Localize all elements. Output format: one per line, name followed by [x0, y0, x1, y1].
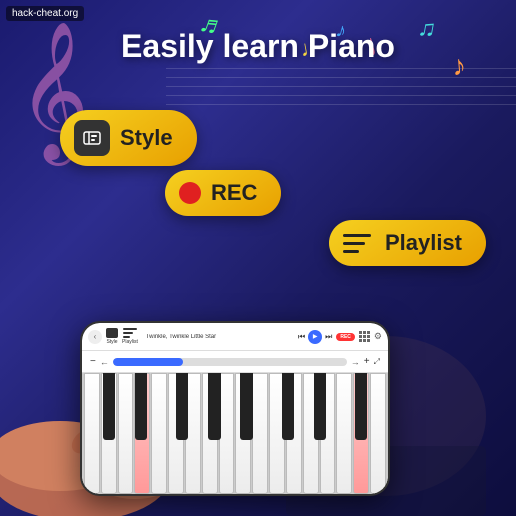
piano-white-keys — [82, 373, 388, 494]
style-button-label: Style — [120, 125, 173, 151]
white-key-15[interactable] — [320, 373, 336, 494]
phone-progress-fill — [113, 358, 183, 366]
white-key-9[interactable] — [219, 373, 235, 494]
white-key-13[interactable] — [286, 373, 302, 494]
style-button[interactable]: Style — [60, 110, 197, 166]
phone-next-icon[interactable]: ⏭ — [325, 332, 332, 342]
phone-progress-area: − ← → + ⤢ — [82, 351, 388, 373]
style-icon — [74, 120, 110, 156]
back-arrow-icon: ‹ — [94, 332, 97, 341]
phone-settings-icon[interactable]: ⚙ — [374, 331, 382, 342]
staff-lines — [166, 60, 516, 120]
white-key-11[interactable] — [252, 373, 268, 494]
phone-toolbar: ‹ Style Playlist Twinkle, Twinkle Little… — [82, 323, 388, 351]
page-title: Easily learn Piano — [0, 28, 516, 65]
phone-piano-area: − ← → + ⤢ — [82, 351, 388, 494]
rec-button[interactable]: REC — [165, 170, 281, 216]
white-key-6[interactable] — [168, 373, 184, 494]
rec-dot-icon — [179, 182, 201, 204]
phone-playlist-label: Playlist — [122, 339, 138, 345]
phone-style-btn[interactable]: Style — [106, 328, 118, 345]
phone-zoom-out-button[interactable]: − — [90, 356, 96, 367]
white-key-3[interactable] — [118, 373, 134, 494]
phone-style-label: Style — [106, 339, 117, 345]
playlist-icon — [343, 230, 375, 256]
phone-mockup: ‹ Style Playlist Twinkle, Twinkle Little… — [80, 321, 390, 496]
white-key-5[interactable] — [151, 373, 167, 494]
white-key-14[interactable] — [303, 373, 319, 494]
phone-arrow-left-icon[interactable]: ← — [100, 357, 109, 367]
phone-zoom-in-button[interactable]: + — [364, 356, 370, 367]
white-key-10[interactable] — [235, 373, 251, 494]
phone-rec-badge: REC — [336, 333, 355, 341]
phone-song-name: Twinkle, Twinkle Little Star — [142, 334, 294, 340]
white-key-16[interactable] — [336, 373, 352, 494]
phone-expand-icon[interactable]: ⤢ — [374, 357, 380, 367]
rec-button-label: REC — [211, 180, 257, 206]
phone-keys-container — [82, 373, 388, 494]
phone-screen: ‹ Style Playlist Twinkle, Twinkle Little… — [82, 323, 388, 494]
phone-grid-icon — [359, 331, 370, 342]
white-key-7[interactable] — [185, 373, 201, 494]
white-key-17[interactable] — [353, 373, 369, 494]
white-key-8[interactable] — [202, 373, 218, 494]
white-key-4[interactable] — [134, 373, 150, 494]
phone-style-icon — [106, 328, 118, 338]
phone-play-controls: ⏮ ▶ ⏭ — [298, 330, 332, 344]
phone-progress-track[interactable] — [113, 358, 347, 366]
phone-play-button[interactable]: ▶ — [308, 330, 322, 344]
phone-play-icon: ▶ — [313, 333, 318, 340]
white-key-2[interactable] — [101, 373, 117, 494]
phone-back-button[interactable]: ‹ — [88, 330, 102, 344]
watermark: hack-cheat.org — [6, 6, 84, 21]
white-key-1[interactable] — [84, 373, 100, 494]
phone-arrow-right-icon[interactable]: → — [351, 357, 360, 367]
playlist-button-label: Playlist — [385, 230, 462, 256]
white-key-18[interactable] — [370, 373, 386, 494]
phone-playlist-btn[interactable]: Playlist — [122, 328, 138, 345]
white-key-12[interactable] — [269, 373, 285, 494]
background: hack-cheat.org 𝄞 ♩ ♫ ♪ ♬ ♩ ♪ Easily lear… — [0, 0, 516, 516]
phone-prev-icon[interactable]: ⏮ — [298, 332, 305, 342]
piano-keys-wrapper — [82, 373, 388, 494]
playlist-button[interactable]: Playlist — [329, 220, 486, 266]
